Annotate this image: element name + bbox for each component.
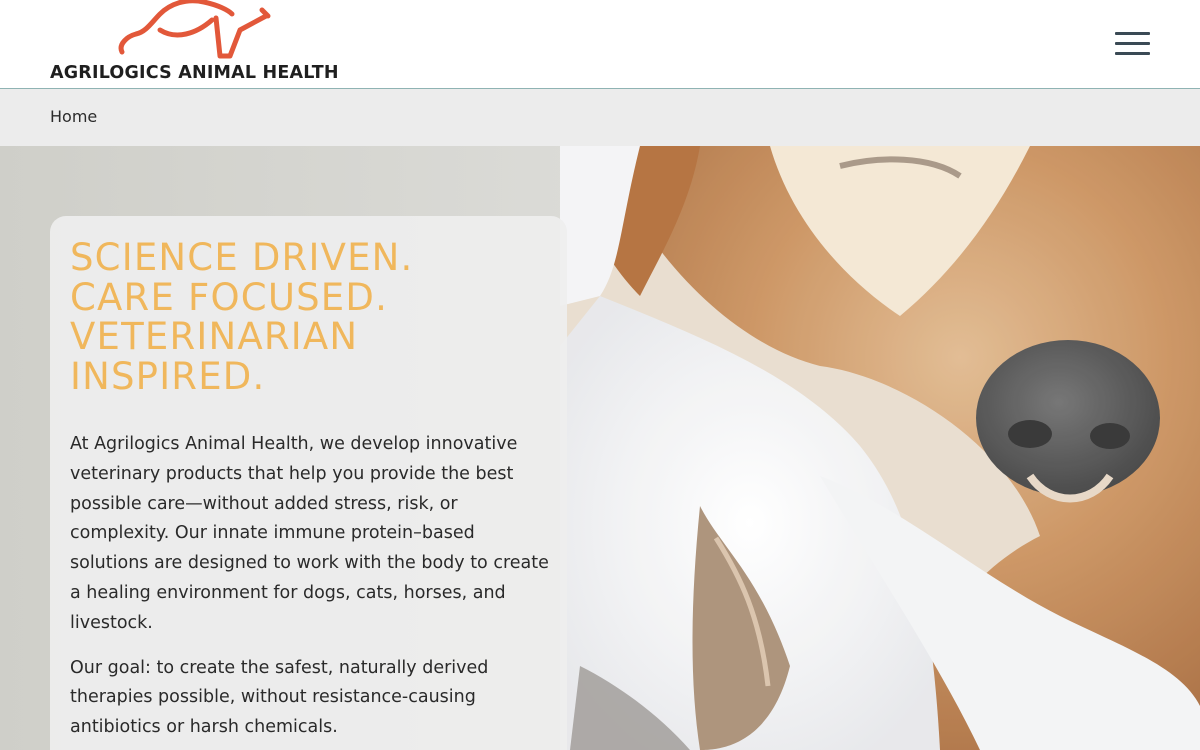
hero-heading-line: INSPIRED. [70, 354, 266, 398]
menu-line [1115, 52, 1150, 55]
site-header: AGRILOGICS ANIMAL HEALTH [0, 0, 1200, 89]
hero-heading-line: SCIENCE DRIVEN. [70, 236, 414, 279]
hero-heading-line: CARE FOCUSED. [70, 275, 389, 319]
hamburger-menu-icon[interactable] [1112, 28, 1152, 60]
hero-intro-paragraph: At Agrilogics Animal Health, we develop … [70, 434, 549, 633]
bull-horns-logo-icon [118, 0, 271, 59]
hero-heading: SCIENCE DRIVEN. CARE FOCUSED. VETERINARI… [70, 238, 547, 396]
menu-line [1115, 32, 1150, 35]
menu-line [1115, 42, 1150, 45]
brand-name: AGRILOGICS ANIMAL HEALTH [50, 63, 339, 83]
hero-heading-line: VETERINARIAN [70, 315, 359, 358]
breadcrumb: Home [0, 89, 1200, 146]
hero-section: SCIENCE DRIVEN. CARE FOCUSED. VETERINARI… [0, 146, 1200, 750]
hero-goal-paragraph: Our goal: to create the safest, naturall… [70, 657, 489, 738]
breadcrumb-home-link[interactable]: Home [50, 107, 97, 126]
brand-logo[interactable]: AGRILOGICS ANIMAL HEALTH [50, 0, 350, 88]
hero-card: SCIENCE DRIVEN. CARE FOCUSED. VETERINARI… [50, 216, 567, 750]
